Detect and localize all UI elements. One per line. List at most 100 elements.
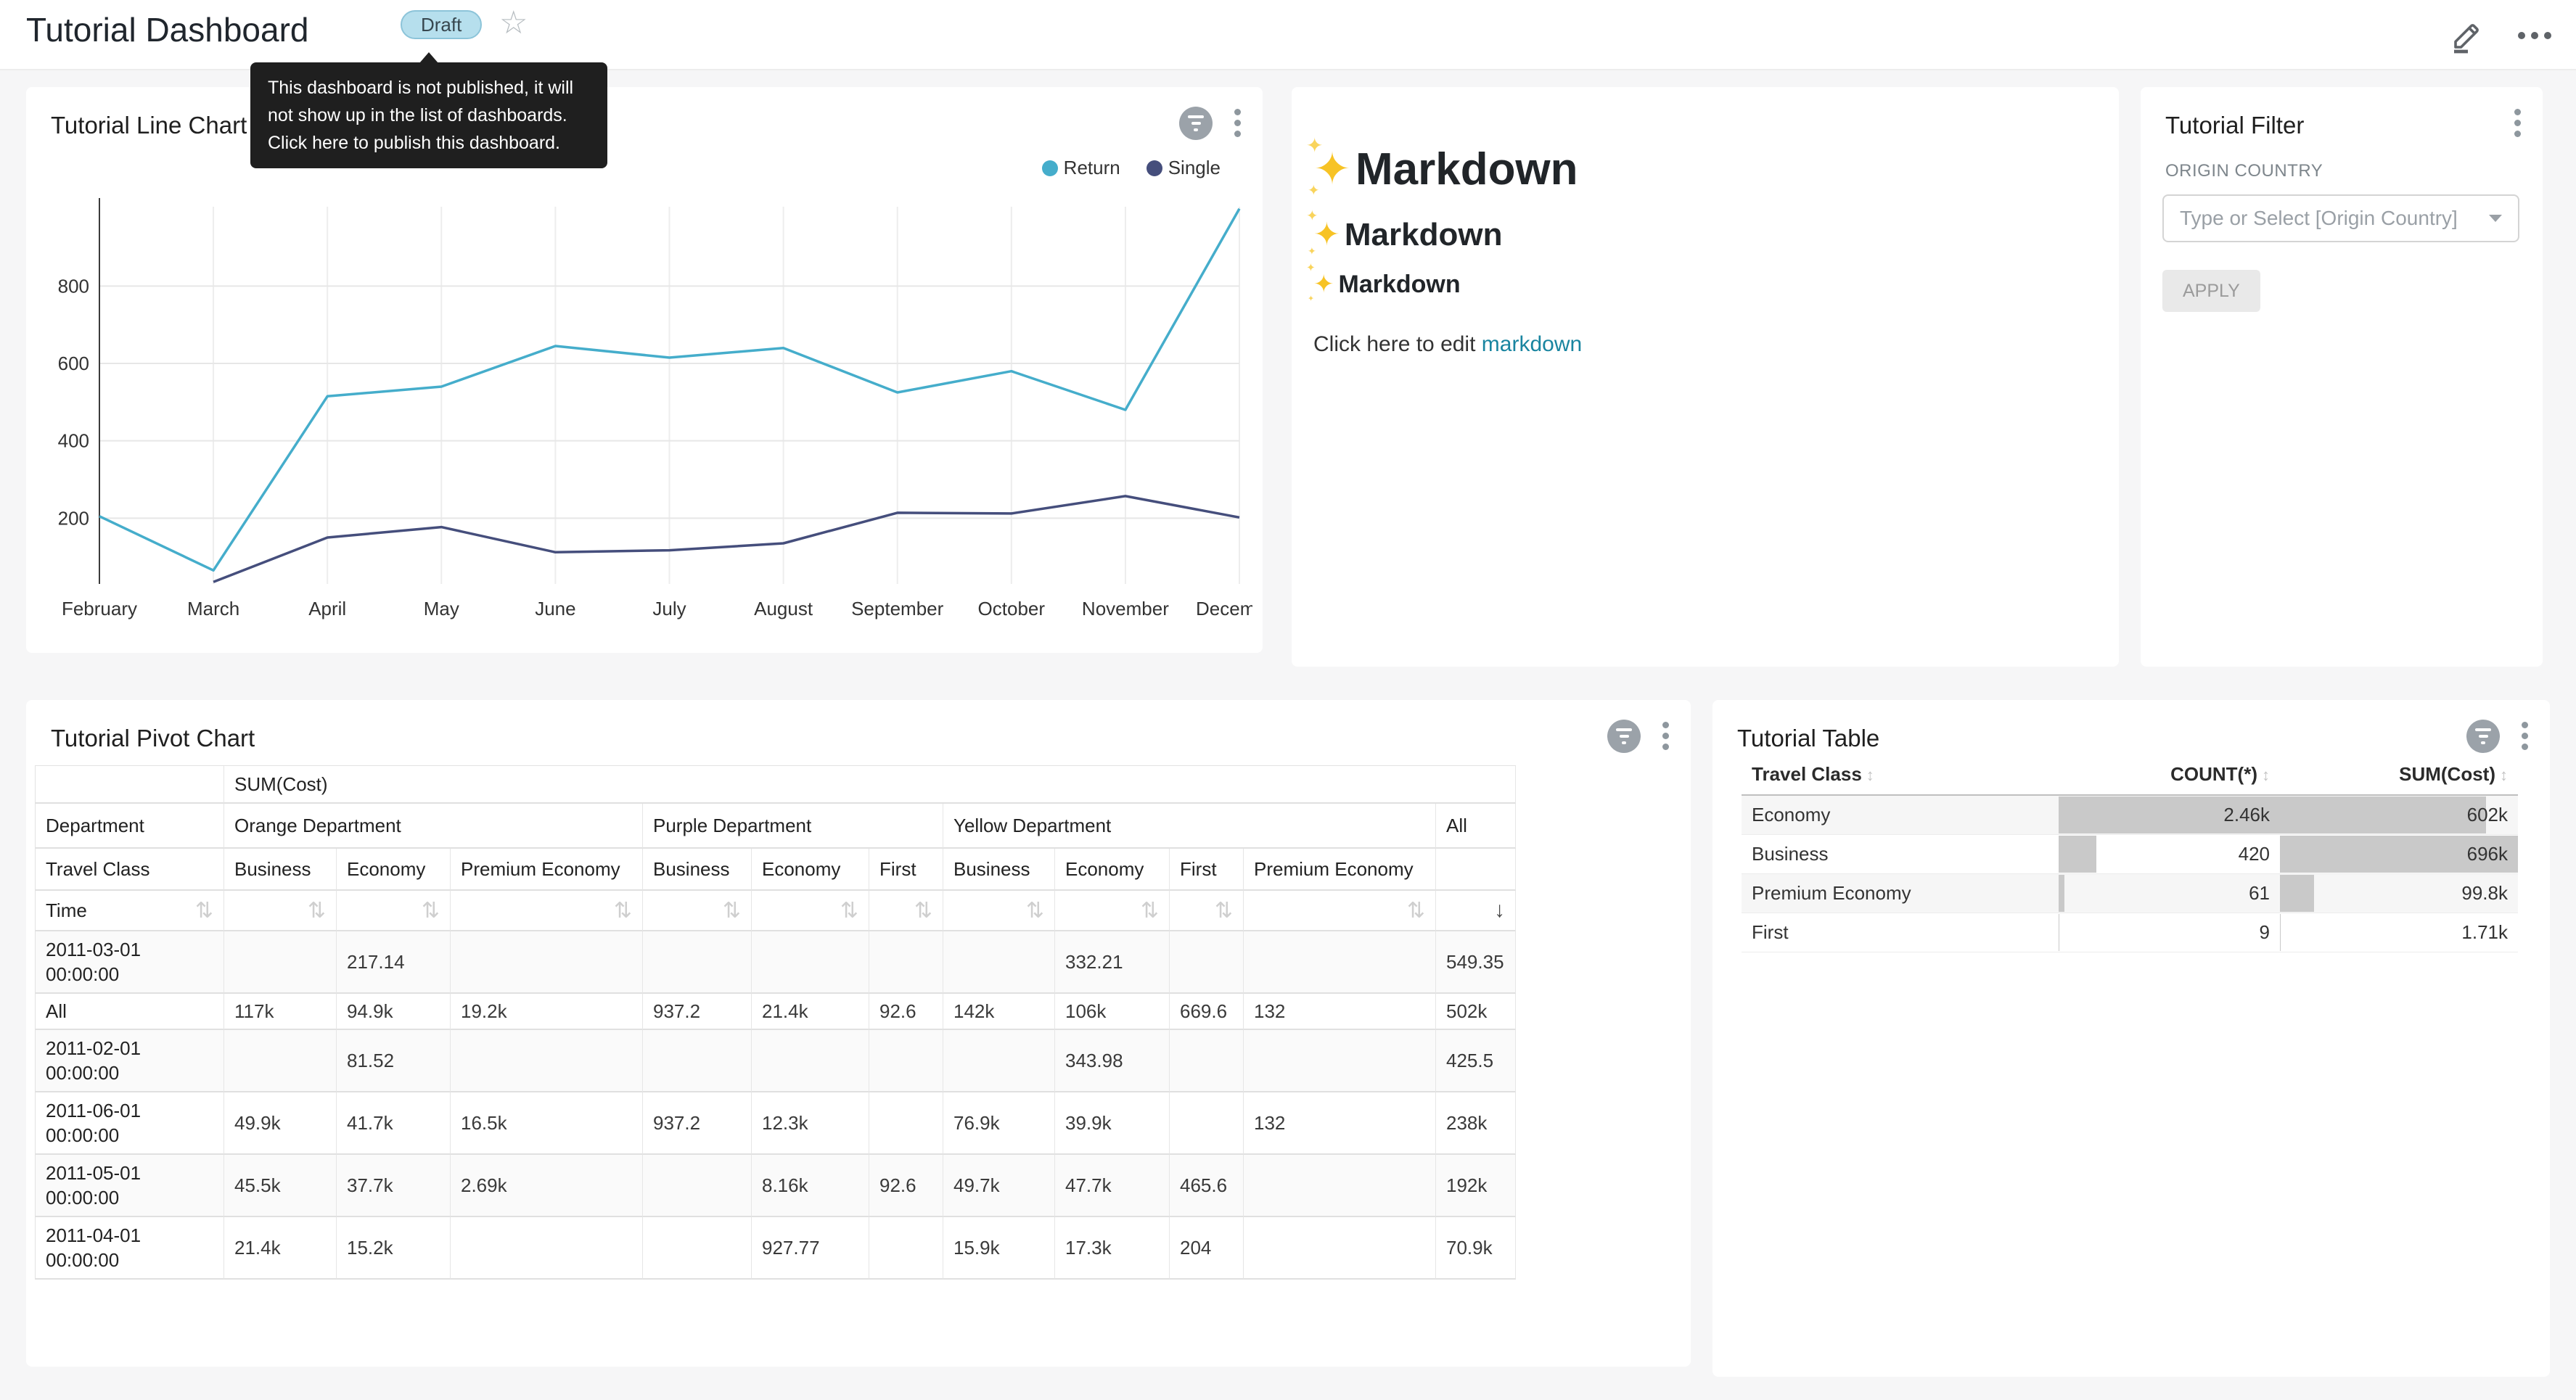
x-axis-tick: February <box>62 598 137 619</box>
pivot-row-label: All <box>36 994 224 1030</box>
chart-menu-icon[interactable] <box>1660 719 1672 753</box>
pivot-value-cell <box>943 931 1055 994</box>
pivot-value-cell: 41.7k <box>337 1092 451 1155</box>
pivot-value-cell: 94.9k <box>337 994 451 1030</box>
column-header-count[interactable]: COUNT(*)↕ <box>2059 754 2280 796</box>
pivot-chart-title: Tutorial Pivot Chart <box>51 725 255 752</box>
sort-icon[interactable]: ⇅ <box>1215 899 1233 923</box>
filter-scope-icon[interactable] <box>1179 107 1213 140</box>
pivot-value-cell: 669.6 <box>1170 994 1244 1030</box>
sort-icon[interactable]: ⇅ <box>840 899 858 923</box>
x-axis-tick: September <box>851 598 944 619</box>
pivot-value-cell: 45.5k <box>224 1155 337 1217</box>
table-row: Premium Economy6199.8k <box>1742 874 2518 913</box>
pivot-value-cell: 12.3k <box>752 1092 869 1155</box>
column-header-travelclass[interactable]: Travel Class↕ <box>1742 754 2059 796</box>
line-chart-actions <box>1179 106 1244 140</box>
table-row: Economy2.46k602k <box>1742 796 2518 835</box>
pivot-value-cell: 502k <box>1436 994 1516 1030</box>
pivot-value-cell: 2.69k <box>451 1155 643 1217</box>
legend-item-single[interactable]: Single <box>1147 157 1221 179</box>
sum-cell: 1.71k <box>2280 913 2518 952</box>
pivot-class-header: Economy <box>337 849 451 891</box>
favorite-star-icon[interactable]: ☆ <box>499 6 528 41</box>
sort-icon[interactable]: ⇅ <box>723 899 741 923</box>
pivot-travel-class-label: Travel Class <box>36 849 224 891</box>
count-cell: 9 <box>2059 913 2280 952</box>
edit-markdown-link[interactable]: markdown <box>1482 332 1582 356</box>
x-axis-tick: April <box>308 598 346 619</box>
pivot-value-cell: 92.6 <box>869 1155 943 1217</box>
pivot-value-cell: 8.16k <box>752 1155 869 1217</box>
count-cell: 2.46k <box>2059 796 2280 835</box>
markdown-h3: ✦✦✦Markdown <box>1313 270 1461 299</box>
travel-class-cell: First <box>1742 913 2059 952</box>
pivot-value-cell <box>869 1217 943 1280</box>
data-table: Travel Class↕COUNT(*)↕SUM(Cost)↕Economy2… <box>1742 754 2518 952</box>
pivot-value-cell: 343.98 <box>1055 1030 1170 1092</box>
pivot-value-cell: 39.9k <box>1055 1092 1170 1155</box>
pivot-value-cell: 17.3k <box>1055 1217 1170 1280</box>
pivot-value-cell <box>869 1030 943 1092</box>
sum-cell: 696k <box>2280 835 2518 874</box>
pivot-value-cell <box>869 1092 943 1155</box>
sort-icon[interactable]: ⇅ <box>914 899 932 923</box>
pivot-value-cell <box>1244 1217 1436 1280</box>
sort-icon[interactable]: ⇅ <box>1026 899 1044 923</box>
pivot-value-cell: 465.6 <box>1170 1155 1244 1217</box>
y-axis-tick: 400 <box>58 430 89 452</box>
x-axis-tick: June <box>535 598 575 619</box>
pivot-row-label: 2011-05-0100:00:00 <box>36 1155 224 1217</box>
filter-scope-icon[interactable] <box>1607 720 1641 753</box>
pivot-value-cell: 425.5 <box>1436 1030 1516 1092</box>
travel-class-cell: Economy <box>1742 796 2059 835</box>
pivot-value-cell: 49.7k <box>943 1155 1055 1217</box>
sort-icon: ↕ <box>2500 766 2508 784</box>
legend-item-return[interactable]: Return <box>1042 157 1120 179</box>
pivot-value-cell: 37.7k <box>337 1155 451 1217</box>
line-chart-plot: 200400600800FebruaryMarchAprilMayJuneJul… <box>26 189 1252 638</box>
chart-menu-icon[interactable] <box>1231 106 1244 140</box>
pivot-group-header: Orange Department <box>224 804 643 849</box>
x-axis-tick: August <box>754 598 813 619</box>
pivot-value-cell: 70.9k <box>1436 1217 1516 1280</box>
chart-menu-icon[interactable] <box>2519 719 2531 753</box>
sort-icon[interactable]: ↓ <box>1494 898 1505 922</box>
tooltip-arrow <box>419 52 438 63</box>
sort-icon[interactable]: ⇅ <box>195 898 213 923</box>
pivot-row-label: 2011-06-0100:00:00 <box>36 1092 224 1155</box>
sort-icon[interactable]: ⇅ <box>422 899 440 923</box>
markdown-h1: ✦✦✦Markdown <box>1313 142 1578 195</box>
filter-menu-icon[interactable] <box>2511 106 2524 140</box>
origin-country-select[interactable]: Type or Select [Origin Country] <box>2162 194 2519 242</box>
pivot-value-cell <box>752 931 869 994</box>
sort-icon[interactable]: ⇅ <box>1407 899 1425 923</box>
sort-icon[interactable]: ⇅ <box>1141 899 1159 923</box>
edit-pencil-icon[interactable] <box>2448 17 2486 54</box>
draft-badge[interactable]: Draft <box>401 10 482 39</box>
count-cell: 420 <box>2059 835 2280 874</box>
pivot-value-cell: 47.7k <box>1055 1155 1170 1217</box>
top-header: Tutorial Dashboard Draft ☆ <box>0 0 2576 70</box>
sort-icon[interactable]: ⇅ <box>614 899 632 923</box>
y-axis-tick: 200 <box>58 507 89 529</box>
table-card: Tutorial Table Travel Class↕COUNT(*)↕SUM… <box>1712 700 2550 1377</box>
x-axis-tick: March <box>187 598 239 619</box>
pivot-chart-card: Tutorial Pivot Chart SUM(Cost)Department… <box>26 700 1691 1367</box>
sort-icon: ↕ <box>1866 766 1874 784</box>
count-cell: 61 <box>2059 874 2280 913</box>
pivot-value-cell: 927.77 <box>752 1217 869 1280</box>
apply-button[interactable]: APPLY <box>2162 270 2260 312</box>
pivot-value-cell <box>451 1030 643 1092</box>
pivot-value-cell <box>752 1030 869 1092</box>
filter-scope-icon[interactable] <box>2466 720 2500 753</box>
header-more-icon[interactable] <box>2518 32 2551 39</box>
sort-icon[interactable]: ⇅ <box>308 899 326 923</box>
markdown-h2: ✦✦✦Markdown <box>1313 216 1502 253</box>
value-bar <box>2059 875 2064 912</box>
dashboard-page: Tutorial Dashboard Draft ☆ This dashboar… <box>0 0 2576 1400</box>
column-header-sumcost[interactable]: SUM(Cost)↕ <box>2280 754 2518 796</box>
sort-icon: ↕ <box>2262 766 2270 784</box>
pivot-time-header: Time⇅ <box>36 891 224 931</box>
line-chart-title: Tutorial Line Chart <box>51 112 247 139</box>
